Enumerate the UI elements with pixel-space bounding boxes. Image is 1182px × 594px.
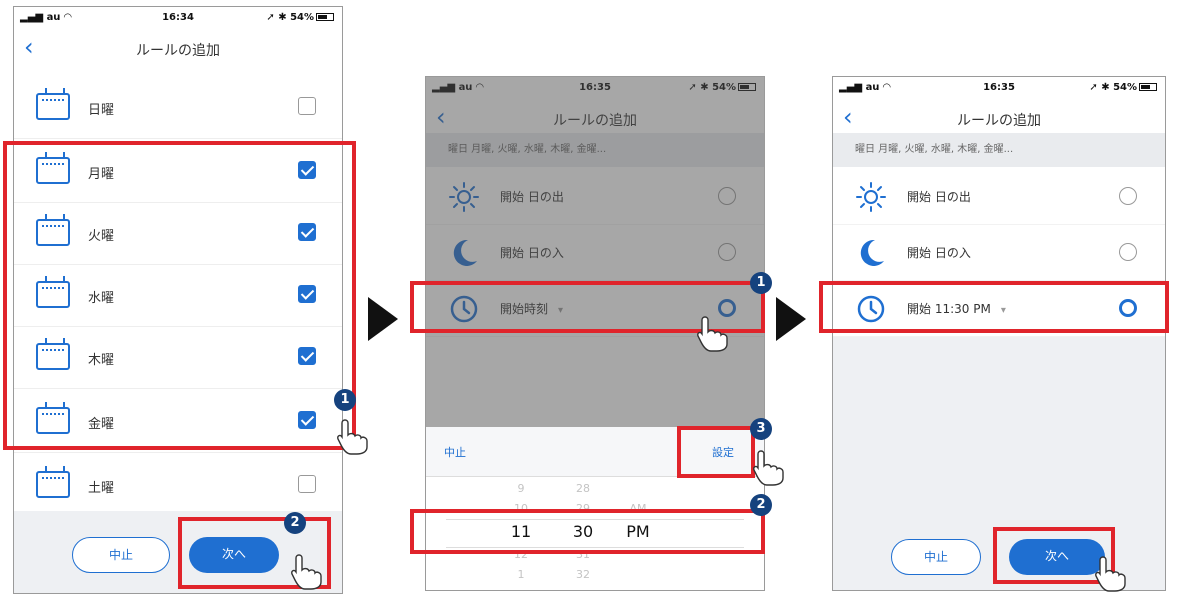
highlight-set-button	[677, 426, 755, 478]
battery-status: ➚ ✱ 54%	[1089, 82, 1157, 93]
step-badge: 1	[334, 389, 356, 411]
calendar-icon	[36, 466, 70, 498]
start-sunrise-row[interactable]: 開始 日の出	[833, 169, 1165, 225]
tap-hand-icon	[337, 419, 368, 455]
highlight-time-selection	[410, 509, 765, 554]
tap-hand-icon	[1095, 556, 1126, 592]
option-label: 開始 日の出	[907, 190, 971, 204]
checkbox-saturday[interactable]	[298, 475, 316, 493]
checkbox-sunday[interactable]	[298, 97, 316, 115]
highlight-weekdays	[3, 141, 356, 450]
status-bar: ▂▄▆ au ◠ 16:35 ➚ ✱ 54%	[833, 77, 1165, 99]
start-sunset-row[interactable]: 開始 日の入	[833, 225, 1165, 281]
cancel-button[interactable]: 中止	[891, 539, 981, 575]
radio-sunset[interactable]	[1119, 243, 1137, 261]
day-row-sunday[interactable]: 日曜	[14, 77, 342, 139]
step-badge: 2	[284, 512, 306, 534]
day-label: 日曜	[88, 103, 115, 118]
tap-hand-icon	[697, 316, 728, 352]
radio-sunrise[interactable]	[1119, 187, 1137, 205]
page-title: ルールの追加	[957, 113, 1041, 129]
day-row-saturday[interactable]: 土曜	[14, 455, 342, 517]
sun-icon	[856, 182, 886, 212]
tap-hand-icon	[753, 450, 784, 486]
page-title: ルールの追加	[136, 43, 220, 59]
highlight-start-time-set	[819, 281, 1169, 333]
hour-option: 9	[517, 482, 525, 495]
calendar-icon	[36, 88, 70, 120]
cancel-button[interactable]: 中止	[72, 537, 170, 573]
battery-status: ➚ ✱ 54%	[266, 12, 334, 23]
next-step-arrow-icon	[368, 297, 398, 341]
step-badge: 2	[750, 494, 772, 516]
picker-cancel-button[interactable]: 中止	[444, 444, 466, 460]
battery-icon	[316, 13, 334, 21]
battery-icon	[1139, 83, 1157, 91]
option-label: 開始 日の入	[907, 246, 971, 260]
day-label: 土曜	[88, 481, 115, 496]
hour-option: 1	[517, 568, 525, 581]
phone-screen-time-set: ▂▄▆ au ◠ 16:35 ➚ ✱ 54% ‹ ルールの追加 曜日 月曜, 火…	[832, 76, 1166, 591]
step-badge: 1	[750, 272, 772, 294]
step-badge: 3	[750, 418, 772, 440]
minute-option: 32	[576, 568, 590, 581]
minute-option: 28	[576, 482, 590, 495]
moon-icon	[860, 239, 884, 266]
next-step-arrow-icon	[776, 297, 806, 341]
nav-bar: ‹ ルールの追加	[14, 29, 342, 71]
tap-hand-icon	[291, 554, 322, 590]
modal-overlay	[426, 77, 764, 427]
status-bar: ▂▄▆ au ◠ 16:34 ➚ ✱ 54%	[14, 7, 342, 29]
rule-summary: 曜日 月曜, 火曜, 水曜, 木曜, 金曜...	[833, 133, 1165, 167]
